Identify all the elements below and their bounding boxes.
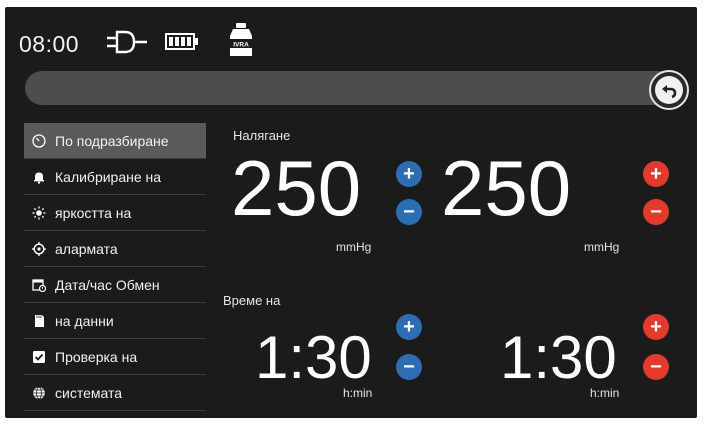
brightness-icon: [32, 206, 46, 220]
menu-item-label: По подразбиране: [55, 132, 169, 149]
time-left-value: 1:30: [255, 324, 372, 391]
time-left-minus-button[interactable]: −: [396, 354, 422, 380]
menu-item-datetime[interactable]: Дата/час Обмен: [24, 267, 206, 303]
globe-icon: [32, 386, 46, 400]
bell-icon: [32, 170, 46, 184]
pressure-right-plus-button[interactable]: +: [643, 161, 669, 187]
checkbox-icon: [32, 350, 46, 364]
pressure-left-unit: mmHg: [336, 240, 372, 254]
pressure-left-minus-button[interactable]: −: [396, 199, 422, 225]
pressure-right-unit: mmHg: [584, 240, 620, 254]
gauge-icon: [32, 133, 46, 148]
undo-arrow-icon: [662, 85, 677, 99]
back-button[interactable]: [649, 70, 689, 110]
time-left-unit: h:min: [343, 386, 373, 400]
sd-card-icon: [32, 314, 46, 328]
time-left-plus-button[interactable]: +: [396, 314, 422, 340]
menu-item-data-exchange[interactable]: на данни: [24, 303, 206, 339]
time-right-minus-button[interactable]: −: [643, 354, 669, 380]
time-right-plus-button[interactable]: +: [643, 314, 669, 340]
menu-item-label: алармата: [55, 240, 118, 257]
menu-item-system-check[interactable]: Проверка на: [24, 339, 206, 375]
menu-item-label: системата: [55, 384, 123, 401]
bottle-label: IVRA: [233, 42, 249, 49]
menu-item-calibration[interactable]: Калибриране на: [24, 159, 206, 195]
menu-item-label: Дата/час Обмен: [55, 276, 160, 293]
time-right-unit: h:min: [590, 386, 620, 400]
pressure-right-value: 250: [441, 144, 572, 232]
status-bar: 08:00 IVRA: [5, 7, 697, 69]
pressure-right-minus-button[interactable]: −: [643, 199, 669, 225]
time-label: Време на: [223, 293, 281, 308]
clock-time: 08:00: [19, 31, 80, 57]
battery-icon: [165, 33, 198, 50]
plug-icon: [107, 30, 147, 54]
target-icon: [32, 241, 46, 256]
menu-item-label: Калибриране на: [55, 168, 162, 185]
bottle-icon: IVRA: [230, 23, 252, 56]
time-right-value: 1:30: [500, 324, 617, 391]
calendar-clock-icon: [32, 278, 46, 292]
menu-item-label: на данни: [55, 312, 114, 329]
device-screen: 08:00 IVRA По подразбиране Калибриране н…: [5, 7, 697, 418]
menu-item-label: яркостта на: [55, 204, 132, 221]
pressure-label: Налягане: [233, 128, 291, 143]
menu-item-alarm[interactable]: алармата: [24, 231, 206, 267]
progress-bar: [25, 71, 681, 105]
menu-item-system[interactable]: системата: [24, 375, 206, 411]
pressure-left-value: 250: [231, 144, 362, 232]
menu-item-brightness[interactable]: яркостта на: [24, 195, 206, 231]
menu-item-label: Проверка на: [55, 348, 138, 365]
pressure-left-plus-button[interactable]: +: [396, 161, 422, 187]
menu-item-default[interactable]: По подразбиране: [24, 123, 206, 159]
settings-menu: По подразбиране Калибриране на яркостта …: [24, 123, 206, 411]
